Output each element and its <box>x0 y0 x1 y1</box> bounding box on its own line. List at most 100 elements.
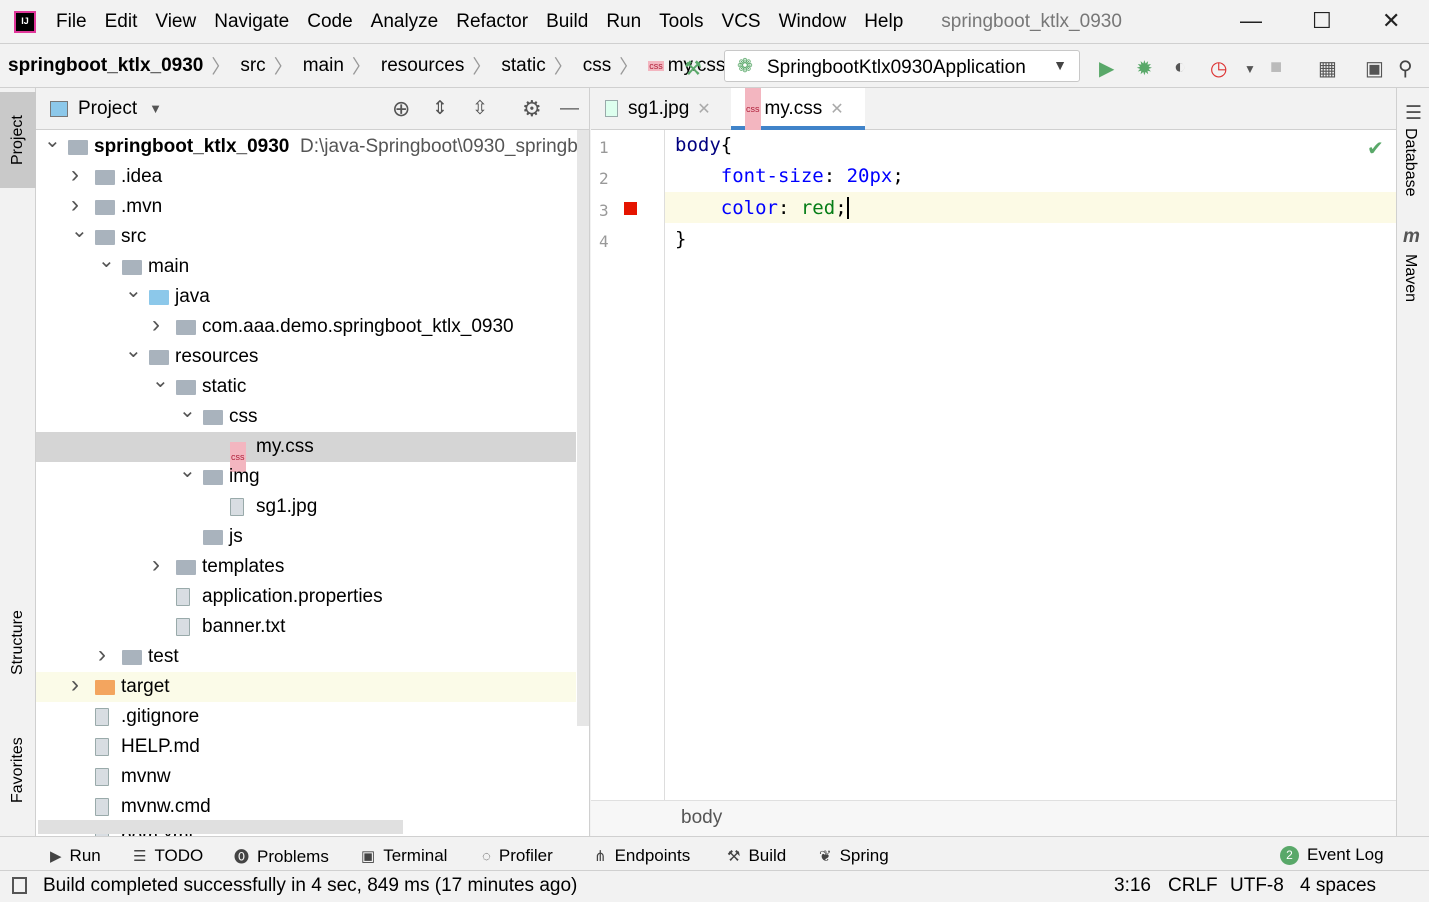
tree-item[interactable]: › test <box>36 640 576 672</box>
tool-window-problems[interactable]: ⓿ Problems <box>234 846 329 867</box>
breakpoint-icon[interactable] <box>624 202 637 215</box>
chevron-down-icon[interactable]: ⌄ <box>179 456 196 486</box>
minimize-button[interactable]: — <box>1240 8 1262 34</box>
breadcrumb-resources[interactable]: resources <box>381 55 464 77</box>
menu-edit[interactable]: Edit <box>105 11 138 33</box>
tree-item[interactable]: js <box>36 522 576 552</box>
chevron-right-icon[interactable]: › <box>71 160 79 190</box>
breadcrumb-static[interactable]: static <box>501 55 545 77</box>
tree-item[interactable]: banner.txt <box>36 612 576 642</box>
tree-item[interactable]: .gitignore <box>36 702 576 732</box>
menu-window[interactable]: Window <box>779 11 847 33</box>
tool-tab-project[interactable]: Project <box>0 92 36 188</box>
code-line[interactable]: } <box>675 228 686 250</box>
menu-navigate[interactable]: Navigate <box>214 11 289 33</box>
tool-window-build[interactable]: ⚒ Build <box>727 846 786 866</box>
coverage-icon[interactable]: ◐ <box>1174 56 1186 79</box>
tree-item[interactable]: › .mvn <box>36 191 576 222</box>
search-icon[interactable]: ⚲ <box>1398 56 1413 81</box>
tree-item[interactable]: ⌄ static <box>36 370 576 402</box>
tree-item[interactable]: ⌄ springboot_ktlx_0930 D:\java-Springboot\… <box>36 130 578 162</box>
tree-item[interactable]: ⌄ css <box>36 400 576 432</box>
menu-vcs[interactable]: VCS <box>722 11 761 33</box>
terminal-window-icon[interactable]: ▣ <box>1365 56 1384 81</box>
project-structure-icon[interactable]: ▦ <box>1318 56 1337 81</box>
chevron-down-icon[interactable]: ▼ <box>1244 62 1256 76</box>
horizontal-scrollbar[interactable] <box>38 820 403 834</box>
tool-tab-database[interactable]: Database <box>1401 128 1419 197</box>
chevron-down-icon[interactable]: ⌄ <box>44 126 61 156</box>
menu-tools[interactable]: Tools <box>659 11 703 33</box>
chevron-right-icon[interactable]: › <box>152 550 160 580</box>
chevron-down-icon[interactable]: ⌄ <box>152 366 169 396</box>
toggle-tool-windows-icon[interactable] <box>12 877 27 894</box>
tree-item[interactable]: mvnw.cmd <box>36 792 576 822</box>
run-configuration-select[interactable]: ❁ SpringbootKtlx0930Application ▼ <box>724 50 1080 82</box>
code-line[interactable]: body{ <box>675 134 732 156</box>
tool-window-terminal[interactable]: ▣ Terminal <box>361 846 447 866</box>
code-line[interactable]: color: red; <box>675 197 861 219</box>
tree-item[interactable]: ⌄ img <box>36 460 576 492</box>
tree-item[interactable]: › com.aaa.demo.springboot_ktlx_0930 <box>36 311 576 342</box>
tree-item[interactable]: › templates <box>36 550 576 582</box>
breadcrumb-main[interactable]: main <box>303 55 344 77</box>
chevron-down-icon[interactable]: ⌄ <box>125 336 142 366</box>
tool-tab-maven[interactable]: Maven <box>1401 254 1419 302</box>
tree-item[interactable]: mvnw <box>36 762 576 792</box>
menu-refactor[interactable]: Refactor <box>456 11 528 33</box>
gear-icon[interactable]: ⚙ <box>522 96 542 122</box>
tool-window-spring[interactable]: ❦ Spring <box>819 846 889 866</box>
tree-item[interactable]: › target <box>36 670 576 702</box>
tool-window-endpoints[interactable]: ⋔ Endpoints <box>594 846 690 866</box>
chevron-down-icon[interactable]: ⌄ <box>179 396 196 426</box>
debug-icon[interactable]: ✹ <box>1136 56 1153 81</box>
stop-icon[interactable]: ■ <box>1270 56 1282 79</box>
breadcrumb-item[interactable]: body <box>681 807 722 828</box>
menu-run[interactable]: Run <box>606 11 641 33</box>
tab-sg1-jpg[interactable]: sg1.jpg ✕ <box>591 88 729 130</box>
menu-analyze[interactable]: Analyze <box>371 11 439 33</box>
breadcrumb-springboot-ktlx-0930[interactable]: springboot_ktlx_0930 <box>8 55 203 77</box>
menu-build[interactable]: Build <box>546 11 588 33</box>
tree-item[interactable]: › .idea <box>36 160 576 192</box>
vertical-scrollbar[interactable] <box>577 130 589 726</box>
build-hammer-icon[interactable]: ⚒ <box>684 56 702 81</box>
tree-item[interactable]: ⌄ src <box>36 220 576 252</box>
close-tab-icon[interactable]: ✕ <box>697 101 710 118</box>
event-log-button[interactable]: 2 Event Log <box>1280 845 1384 865</box>
no-problems-check-icon[interactable]: ✔ <box>1367 136 1384 161</box>
menu-help[interactable]: Help <box>864 11 903 33</box>
menu-file[interactable]: File <box>56 11 87 33</box>
chevron-right-icon[interactable]: › <box>71 670 79 700</box>
collapse-all-icon[interactable]: ⇳ <box>472 97 488 120</box>
breadcrumb-src[interactable]: src <box>240 55 265 77</box>
line-separator[interactable]: CRLF <box>1168 875 1218 897</box>
locate-file-icon[interactable]: ⊕ <box>392 96 410 122</box>
tree-item[interactable]: sg1.jpg <box>36 492 576 522</box>
close-tab-icon[interactable]: ✕ <box>830 101 843 118</box>
caret-position[interactable]: 3:16 <box>1114 875 1151 897</box>
indent-setting[interactable]: 4 spaces <box>1300 875 1376 897</box>
tree-item[interactable]: ⌄ resources <box>36 340 576 372</box>
profile-icon[interactable]: ◷ <box>1210 56 1227 81</box>
close-button[interactable]: ✕ <box>1382 8 1400 34</box>
run-icon[interactable]: ▶ <box>1099 56 1114 81</box>
chevron-down-icon[interactable]: ⌄ <box>98 246 115 276</box>
chevron-right-icon[interactable]: › <box>98 640 106 670</box>
tool-tab-favorites[interactable]: Favorites <box>0 720 36 820</box>
status-message[interactable]: Build completed successfully in 4 sec, 8… <box>43 875 577 897</box>
file-encoding[interactable]: UTF-8 <box>1230 875 1284 897</box>
project-view-select[interactable]: Project <box>78 98 137 120</box>
chevron-down-icon[interactable]: ⌄ <box>71 216 88 246</box>
code-line[interactable]: font-size: 20px; <box>675 165 904 187</box>
tool-tab-structure[interactable]: Structure <box>0 593 36 693</box>
menu-code[interactable]: Code <box>307 11 352 33</box>
tool-window-todo[interactable]: ☰ TODO <box>133 846 203 866</box>
maximize-button[interactable]: ☐ <box>1312 8 1332 34</box>
tree-item[interactable]: css my.css <box>36 432 576 472</box>
expand-all-icon[interactable]: ⇕ <box>432 97 448 120</box>
hide-panel-icon[interactable]: — <box>560 98 579 120</box>
tab-my-css[interactable]: css my.css ✕ <box>731 88 865 130</box>
chevron-down-icon[interactable]: ⌄ <box>125 276 142 306</box>
menu-view[interactable]: View <box>155 11 196 33</box>
